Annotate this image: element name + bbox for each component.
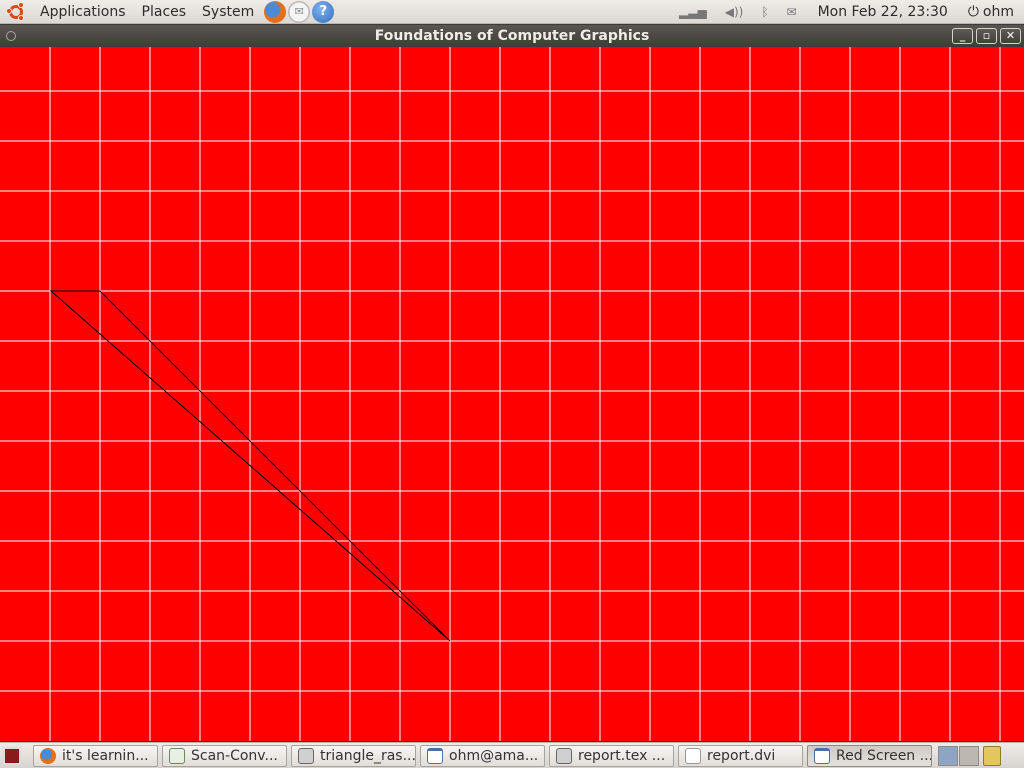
gear-icon: [556, 747, 572, 764]
system-menu[interactable]: System: [194, 0, 262, 24]
network-signal-icon[interactable]: ▂▃▅: [679, 5, 707, 19]
trash-icon[interactable]: [983, 745, 1001, 766]
user-name: ohm: [982, 3, 1014, 20]
file-icon: [685, 747, 701, 764]
maximize-button[interactable]: ▫: [976, 28, 997, 44]
raster-grid: [0, 47, 1024, 741]
power-icon: ⏻: [967, 3, 979, 20]
window-titlebar[interactable]: Foundations of Computer Graphics _ ▫ ✕: [0, 25, 1024, 47]
firefox-icon: [40, 747, 56, 764]
workspace-switcher: [938, 745, 979, 766]
taskbar-item[interactable]: report.tex ...: [549, 744, 674, 767]
bottom-panel: it's learnin... Scan-Conv... triangle_ras.…: [0, 742, 1024, 768]
taskbar-item-label: it's learnin...: [62, 747, 149, 764]
show-desktop-button[interactable]: [3, 746, 21, 765]
applications-menu[interactable]: Applications: [32, 0, 134, 24]
taskbar-item[interactable]: Red Screen ...: [807, 744, 932, 767]
minimize-button[interactable]: _: [952, 28, 973, 44]
bluetooth-icon[interactable]: ᛒ: [761, 5, 768, 19]
terminal-icon: [814, 747, 830, 764]
close-button[interactable]: ✕: [1000, 28, 1021, 44]
window-list: it's learnin... Scan-Conv... triangle_ras.…: [33, 744, 936, 768]
clock[interactable]: Mon Feb 22, 23:30: [806, 4, 960, 20]
places-menu[interactable]: Places: [134, 0, 195, 24]
top-panel: Applications Places System ✉ ? ▂▃▅ ◀)) ᛒ…: [0, 0, 1024, 24]
taskbar-item[interactable]: report.dvi: [678, 744, 803, 767]
taskbar-item-label: Scan-Conv...: [191, 747, 278, 764]
mail-icon[interactable]: ✉: [288, 0, 311, 23]
ubuntu-logo-icon[interactable]: [6, 1, 26, 22]
taskbar-item-label: report.tex ...: [578, 747, 666, 764]
window-title: Foundations of Computer Graphics: [374, 28, 650, 44]
taskbar-item-label: report.dvi: [707, 747, 776, 764]
document-icon: [169, 747, 185, 764]
mail-indicator-icon[interactable]: ✉: [787, 5, 797, 19]
taskbar-item[interactable]: Scan-Conv...: [162, 744, 287, 767]
user-menu[interactable]: ⏻ ohm: [960, 4, 1024, 20]
taskbar-item[interactable]: triangle_ras...: [291, 744, 416, 767]
workspace-2[interactable]: [959, 745, 979, 766]
workspace-1[interactable]: [938, 745, 958, 766]
help-icon[interactable]: ?: [312, 0, 335, 23]
gear-icon: [298, 747, 314, 764]
terminal-icon: [427, 747, 443, 764]
taskbar-item-label: Red Screen ...: [836, 747, 932, 764]
window-menu-icon[interactable]: [6, 31, 16, 41]
taskbar-item[interactable]: ohm@ama...: [420, 744, 545, 767]
firefox-icon[interactable]: [264, 0, 287, 23]
taskbar-item-label: triangle_ras...: [320, 747, 416, 764]
graphics-canvas[interactable]: [0, 47, 1024, 741]
taskbar-item[interactable]: it's learnin...: [33, 744, 158, 767]
taskbar-item-label: ohm@ama...: [449, 747, 539, 764]
volume-icon[interactable]: ◀)): [725, 5, 744, 19]
